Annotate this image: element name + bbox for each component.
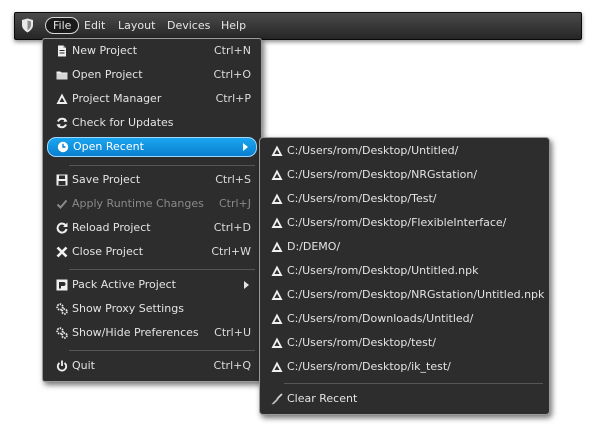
project-icon [271, 289, 283, 301]
recent-project-item[interactable]: C:/Users/rom/Desktop/NRGstation/ [264, 164, 545, 186]
clock-icon [57, 141, 69, 153]
menu-separator [69, 350, 255, 351]
menu-item-close-project[interactable]: Close Project Ctrl+W [47, 241, 257, 263]
menu-help[interactable]: Help [214, 17, 253, 34]
recent-project-item[interactable]: C:/Users/rom/Downloads/Untitled/ [264, 308, 545, 330]
refresh-icon [56, 117, 68, 129]
open-recent-submenu: C:/Users/rom/Desktop/Untitled/C:/Users/r… [259, 137, 550, 415]
project-icon [271, 217, 283, 229]
project-icon [271, 169, 283, 181]
menu-item-apply-runtime-changes[interactable]: Apply Runtime Changes Ctrl+J [47, 193, 257, 215]
close-icon [56, 246, 68, 258]
recent-project-item[interactable]: C:/Users/rom/Desktop/NRGstation/Untitled… [264, 284, 545, 306]
menu-devices[interactable]: Devices [160, 17, 217, 34]
recent-project-item[interactable]: C:/Users/rom/Desktop/Untitled.npk [264, 260, 545, 282]
menu-item-check-updates[interactable]: Check for Updates [47, 112, 257, 134]
recent-project-item[interactable]: D:/DEMO/ [264, 236, 545, 258]
file-menu: New Project Ctrl+N Open Project Ctrl+O P… [42, 38, 262, 382]
menu-layout[interactable]: Layout [111, 17, 162, 34]
power-icon [56, 360, 68, 372]
recent-project-item[interactable]: C:/Users/rom/Desktop/FlexibleInterface/ [264, 212, 545, 234]
menu-item-open-recent[interactable]: Open Recent [47, 137, 257, 157]
shield-icon[interactable] [21, 18, 34, 33]
menu-file[interactable]: File [45, 17, 80, 34]
project-manager-icon [56, 93, 68, 105]
project-icon [271, 337, 283, 349]
menu-separator [69, 165, 255, 166]
save-icon [56, 174, 68, 186]
check-icon [56, 198, 68, 210]
gears-icon [56, 303, 68, 315]
new-file-icon [56, 45, 68, 57]
menu-item-open-project[interactable]: Open Project Ctrl+O [47, 64, 257, 86]
folder-icon [56, 69, 68, 81]
recent-project-item[interactable]: C:/Users/rom/Desktop/test/ [264, 332, 545, 354]
submenu-arrow-icon [243, 143, 248, 151]
menu-separator [69, 269, 255, 270]
project-icon [271, 193, 283, 205]
menu-item-project-manager[interactable]: Project Manager Ctrl+P [47, 88, 257, 110]
broom-icon [271, 393, 283, 405]
menu-item-pack-active-project[interactable]: Pack Active Project [47, 274, 257, 296]
reload-icon [56, 222, 68, 234]
menu-separator [284, 383, 543, 384]
project-icon [271, 265, 283, 277]
menu-item-new-project[interactable]: New Project Ctrl+N [47, 40, 257, 62]
project-icon [271, 241, 283, 253]
recent-project-item[interactable]: C:/Users/rom/Desktop/ik_test/ [264, 356, 545, 378]
project-icon [271, 361, 283, 373]
menu-item-save-project[interactable]: Save Project Ctrl+S [47, 169, 257, 191]
menu-item-show-hide-preferences[interactable]: Show/Hide Preferences Ctrl+U [47, 322, 257, 344]
submenu-arrow-icon [244, 281, 249, 289]
clear-recent-item[interactable]: Clear Recent [264, 388, 545, 410]
menu-item-show-proxy-settings[interactable]: Show Proxy Settings [47, 298, 257, 320]
pack-icon [56, 279, 68, 291]
gears-icon [56, 327, 68, 339]
menu-edit[interactable]: Edit [77, 17, 112, 34]
menu-item-quit[interactable]: Quit Ctrl+Q [47, 355, 257, 377]
project-icon [271, 313, 283, 325]
menu-bar: File Edit Layout Devices Help [14, 12, 582, 40]
recent-project-item[interactable]: C:/Users/rom/Desktop/Test/ [264, 188, 545, 210]
menu-item-reload-project[interactable]: Reload Project Ctrl+D [47, 217, 257, 239]
recent-project-item[interactable]: C:/Users/rom/Desktop/Untitled/ [264, 140, 545, 162]
project-icon [271, 145, 283, 157]
